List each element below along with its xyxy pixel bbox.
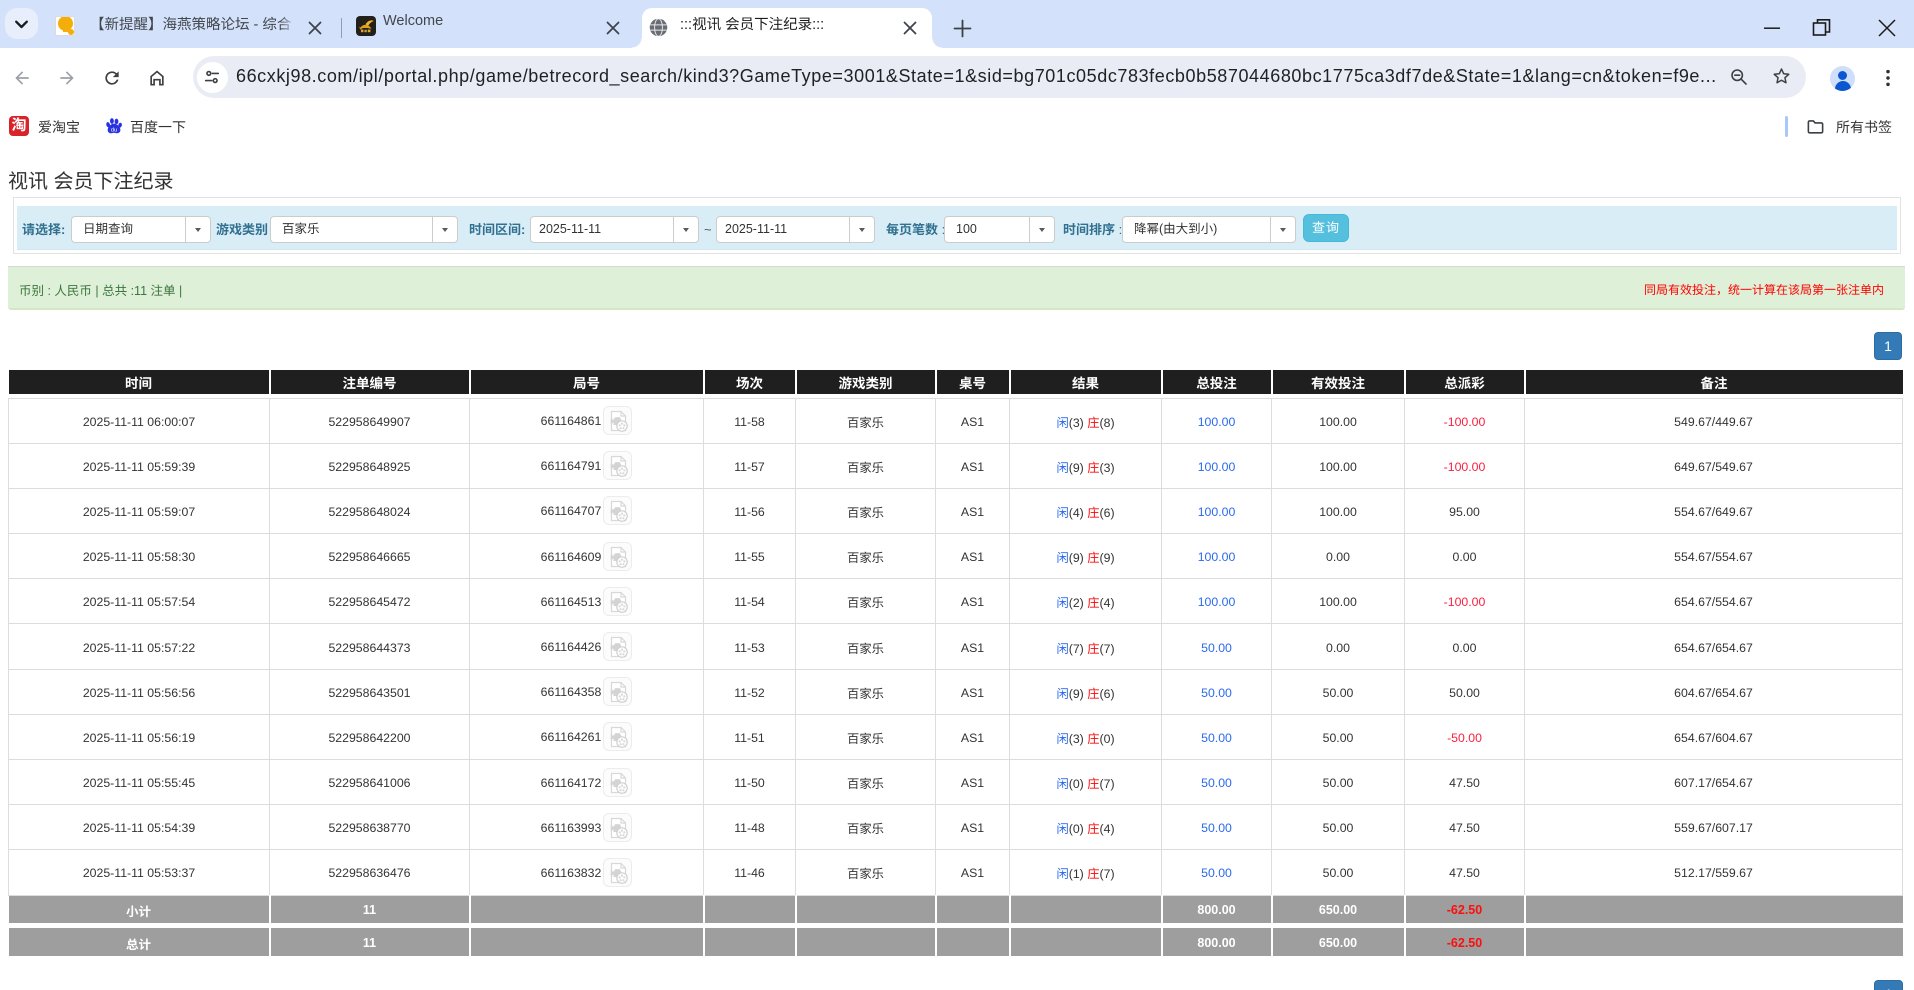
svg-text:du: du [111, 128, 117, 134]
